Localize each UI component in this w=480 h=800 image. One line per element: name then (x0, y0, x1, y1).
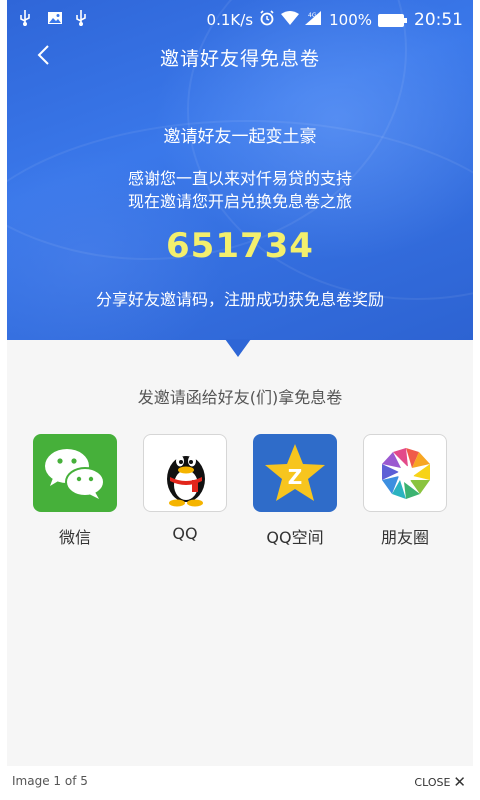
usb-icon (19, 10, 33, 26)
close-icon: ✕ (453, 773, 466, 791)
battery-percent: 100% (329, 11, 372, 29)
svg-text:4G: 4G (308, 12, 317, 19)
image-counter: Image 1 of 5 (12, 774, 88, 788)
image-viewer-footer: Image 1 of 5 CLOSE ✕ (0, 766, 480, 800)
close-label: CLOSE (414, 775, 451, 789)
nav-bar: 邀请好友得免息卷 (7, 36, 473, 76)
share-title: 发邀请函给好友(们)拿免息卷 (137, 388, 343, 407)
network-speed: 0.1K/s (206, 11, 254, 29)
close-button[interactable]: CLOSE ✕ (414, 773, 466, 791)
hero-line-2: 现在邀请您开启兑换免息卷之旅 (127, 192, 352, 211)
share-qq-button[interactable]: QQ (140, 434, 230, 543)
clock: 20:51 (414, 10, 463, 30)
share-wechat-button[interactable]: 微信 (30, 434, 120, 548)
invite-code: 651734 (166, 226, 314, 266)
hero-banner: 0.1K/s 4G 100% 20:51 邀请好友得免息卷 邀请好友一起变土豪 … (7, 0, 473, 420)
page-title: 邀请好友得免息卷 (159, 48, 320, 70)
share-moments-button[interactable]: 朋友圈 (360, 434, 450, 548)
app-screen: 0.1K/s 4G 100% 20:51 邀请好友得免息卷 邀请好友一起变土豪 … (7, 0, 473, 766)
share-qzone-button[interactable]: Z QQ空间 (250, 434, 340, 548)
moments-icon (363, 434, 447, 512)
qq-icon (143, 434, 227, 512)
share-label-wechat: 微信 (58, 528, 91, 547)
svg-text:Z: Z (288, 465, 303, 489)
qzone-icon: Z (253, 434, 337, 512)
hero-headline: 邀请好友一起变土豪 (163, 127, 317, 147)
share-label-moments: 朋友圈 (380, 528, 429, 547)
share-label-qzone: QQ空间 (266, 528, 324, 547)
usb-icon (75, 10, 89, 26)
pointer-notch (225, 339, 251, 357)
wifi-icon (281, 11, 300, 29)
signal-icon: 4G (305, 11, 323, 29)
hero-note: 分享好友邀请码，注册成功获免息卷奖励 (95, 290, 384, 309)
hero-line-1: 感谢您一直以来对仟易贷的支持 (127, 169, 352, 188)
image-icon (47, 10, 62, 26)
status-bar: 0.1K/s 4G 100% 20:51 (7, 0, 473, 40)
share-label-qq: QQ (172, 524, 198, 543)
alarm-icon (259, 10, 275, 30)
wechat-icon (33, 434, 117, 512)
battery-icon (378, 13, 407, 27)
